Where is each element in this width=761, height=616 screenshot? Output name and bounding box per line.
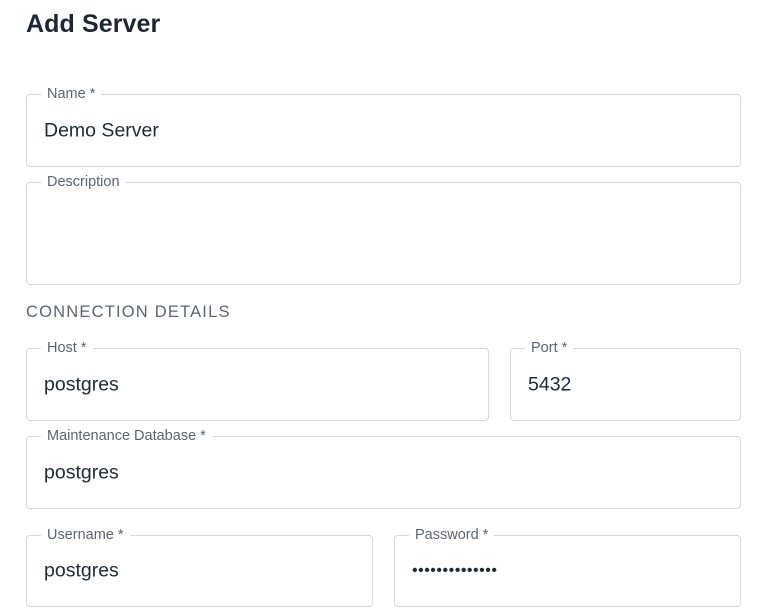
port-input[interactable]: 5432 (528, 373, 723, 396)
username-label: Username * (41, 525, 130, 545)
connection-details-heading: CONNECTION DETAILS (26, 303, 231, 321)
host-label: Host * (41, 338, 93, 358)
page-title: Add Server (26, 10, 161, 38)
name-input[interactable]: Demo Server (44, 119, 723, 142)
description-field[interactable]: Description (26, 172, 741, 285)
name-field[interactable]: Name * Demo Server (26, 84, 741, 167)
password-field[interactable]: Password * •••••••••••••• (394, 525, 741, 607)
maintenance-database-label: Maintenance Database * (41, 426, 212, 446)
name-label: Name * (41, 84, 102, 104)
username-field[interactable]: Username * postgres (26, 525, 373, 607)
username-input[interactable]: postgres (44, 560, 355, 583)
password-input[interactable]: •••••••••••••• (412, 562, 723, 580)
maintenance-database-input[interactable]: postgres (44, 461, 723, 484)
maintenance-database-field[interactable]: Maintenance Database * postgres (26, 426, 741, 509)
password-label: Password * (409, 525, 495, 545)
port-label: Port * (525, 338, 574, 358)
add-server-form: Add Server Name * Demo Server Descriptio… (0, 0, 761, 616)
description-label: Description (41, 172, 126, 192)
host-field[interactable]: Host * postgres (26, 338, 489, 421)
host-input[interactable]: postgres (44, 373, 471, 396)
port-field[interactable]: Port * 5432 (510, 338, 741, 421)
